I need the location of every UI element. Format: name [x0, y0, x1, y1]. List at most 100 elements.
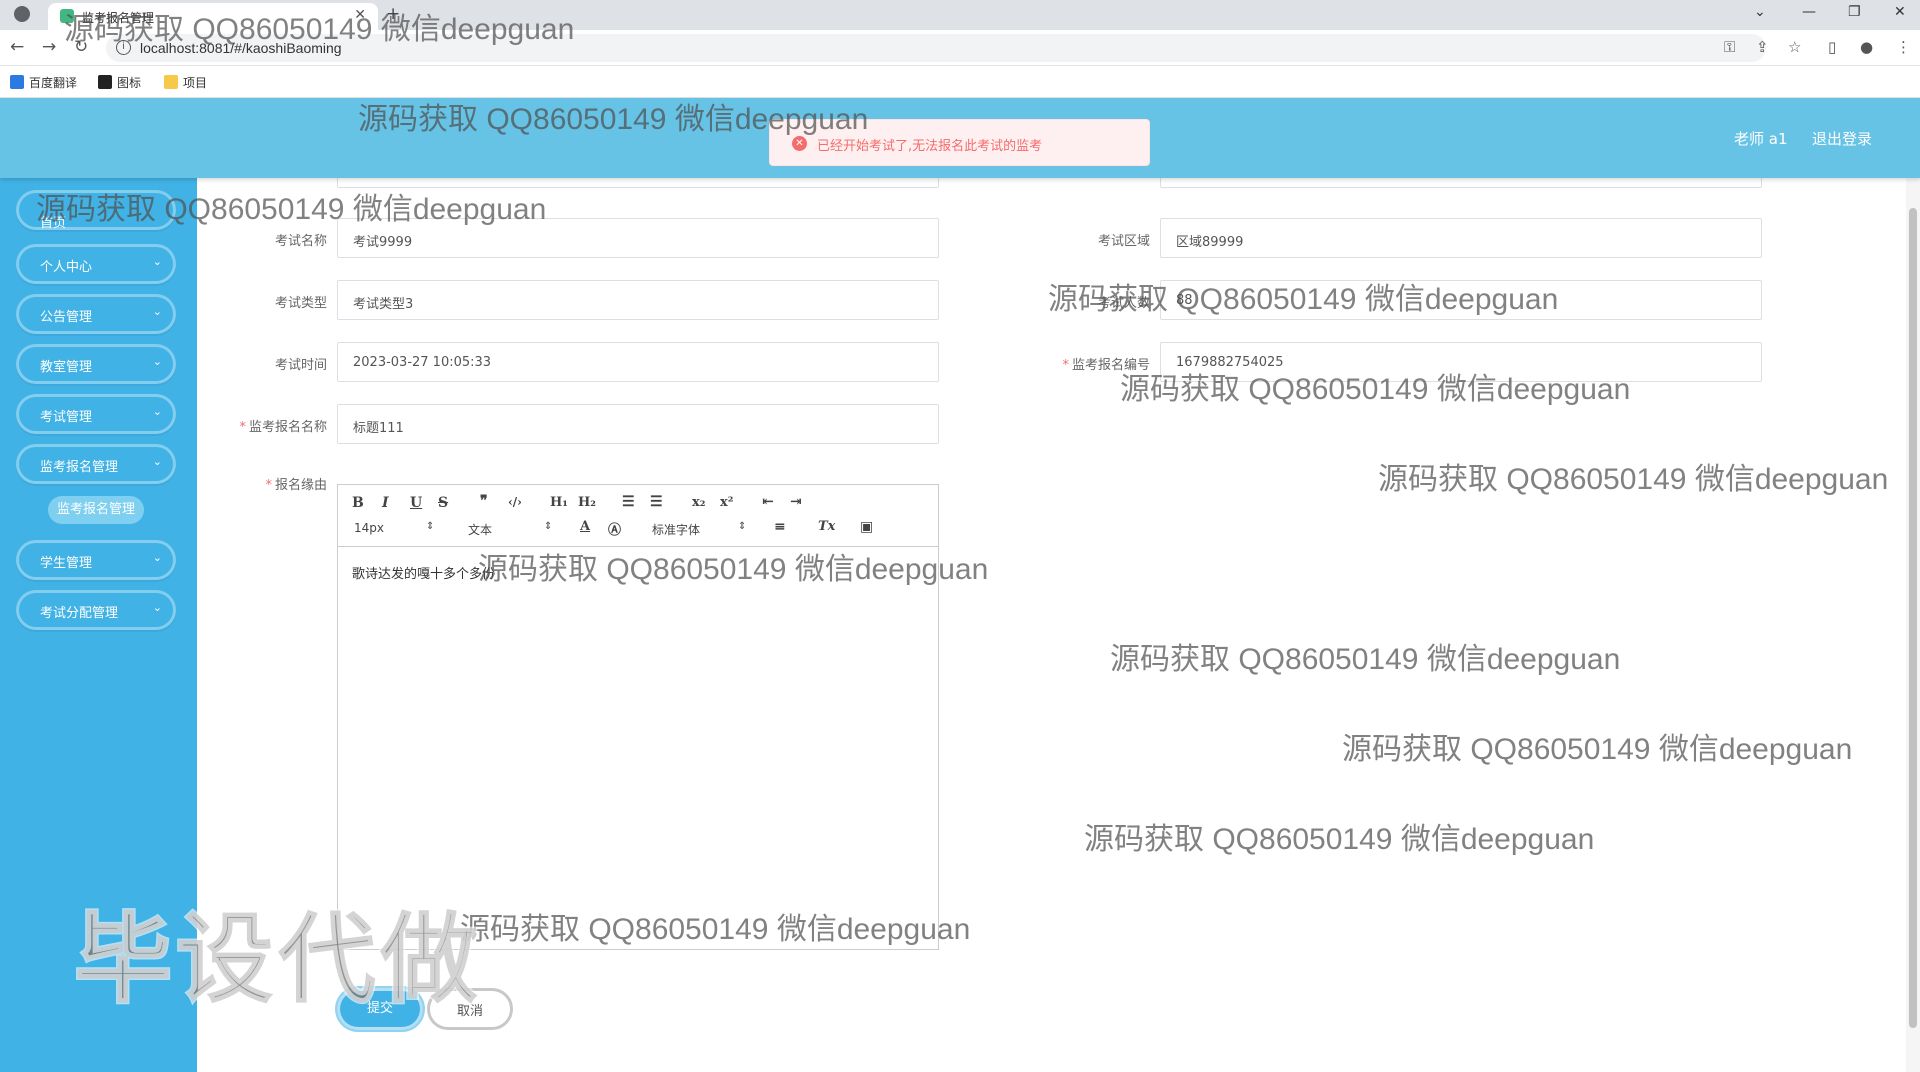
reload-icon[interactable]: ↻: [74, 37, 88, 57]
editor-toolbar: B I U S ❞ ‹/› H₁ H₂ ☰ ☰ x₂ x² ⇤ ⇥ 14px ⇕ …: [338, 485, 938, 547]
editor-content[interactable]: 歌诗达发的嘎十多个多份: [352, 563, 495, 582]
sidebar-item-label: 个人中心: [40, 260, 93, 275]
bullet-list-icon[interactable]: ☰: [650, 494, 663, 510]
bookmarks-bar: 百度翻译 图标 项目: [0, 66, 1920, 98]
required-mark: *: [239, 420, 246, 435]
sidebar-item-label: 公告管理: [40, 310, 93, 325]
minimize-icon[interactable]: —: [1802, 4, 1816, 20]
exam-count-field[interactable]: 88: [1160, 280, 1762, 320]
current-user: 老师 a1: [1734, 130, 1788, 148]
font-family-select[interactable]: 标准字体 ⇕: [652, 521, 748, 538]
browser-logo-icon: [14, 6, 30, 22]
exam-area-field[interactable]: 区域89999: [1160, 218, 1762, 258]
sidebar-item-label: 考试分配管理: [40, 606, 119, 621]
font-size-select[interactable]: 14px ⇕: [354, 521, 434, 535]
restore-icon[interactable]: ❐: [1848, 4, 1861, 20]
reason-label: * 报名缘由: [265, 478, 327, 493]
watermark-big: 毕设代做: [72, 902, 483, 1019]
superscript-icon[interactable]: x²: [720, 495, 733, 510]
more-icon[interactable]: ⋮: [1896, 38, 1911, 56]
scrollbar[interactable]: [1906, 178, 1920, 1072]
sidebar-item-classroom[interactable]: 教室管理 ⌄: [16, 344, 176, 384]
required-mark: *: [265, 478, 272, 493]
select-arrows-icon: ⇕: [544, 521, 553, 532]
text-style-select[interactable]: 文本 ⇕: [468, 521, 554, 538]
sidebar-item-label: 考试管理: [40, 410, 93, 425]
h2-icon[interactable]: H₂: [578, 495, 596, 510]
info-icon[interactable]: i: [116, 40, 131, 55]
signup-no-field[interactable]: 1679882754025: [1160, 342, 1762, 382]
font-color-icon[interactable]: A: [580, 519, 590, 534]
toast-message: 已经开始考试了,无法报名此考试的监考: [817, 139, 1043, 154]
h1-icon[interactable]: H₁: [550, 495, 568, 510]
exam-type-label: 考试类型: [274, 296, 327, 311]
sidebar-item-proctor-signup[interactable]: 监考报名管理 ⌄: [16, 444, 176, 484]
close-icon[interactable]: ✕: [354, 7, 366, 23]
exam-time-label: 考试时间: [274, 358, 327, 373]
sidebar-item-label: 监考报名管理: [40, 460, 119, 475]
strike-icon[interactable]: S: [438, 495, 448, 511]
sidebar-item-profile[interactable]: 个人中心 ⌄: [16, 244, 176, 284]
exam-name-field[interactable]: 考试9999: [337, 218, 939, 258]
bold-icon[interactable]: B: [352, 495, 364, 511]
tab-title: 监考报名管理: [82, 11, 155, 25]
profile-icon[interactable]: ●: [1860, 38, 1873, 56]
forward-icon[interactable]: →: [42, 37, 56, 57]
sidebar-item-exam-assign[interactable]: 考试分配管理 ⌄: [16, 590, 176, 630]
error-toast: ✕ 已经开始考试了,无法报名此考试的监考: [769, 119, 1150, 166]
image-icon[interactable]: ▣: [860, 519, 873, 535]
chevron-down-icon: ⌄: [152, 255, 162, 268]
clear-format-icon[interactable]: Tx: [818, 519, 835, 534]
italic-icon[interactable]: I: [382, 495, 389, 511]
share-icon[interactable]: ⇪: [1756, 38, 1769, 56]
code-icon[interactable]: ‹/›: [508, 495, 522, 509]
exam-count-label: 考试人数: [1097, 296, 1150, 311]
chevron-down-icon: ⌄: [152, 405, 162, 418]
sidepanel-icon[interactable]: ▯: [1828, 38, 1836, 56]
address-bar: ← → ↻ i localhost:8081/#/kaoshiBaoming ⚿…: [0, 30, 1920, 66]
underline-icon[interactable]: U: [410, 495, 422, 511]
indent-icon[interactable]: ⇥: [790, 494, 802, 510]
sidebar-subitem-proctor-signup[interactable]: 监考报名管理: [48, 496, 144, 524]
select-arrows-icon: ⇕: [426, 521, 435, 532]
signup-no-label: * 监考报名编号: [1062, 358, 1150, 373]
key-icon[interactable]: ⚿: [1724, 38, 1735, 56]
bookmark-icons[interactable]: 图标: [98, 73, 141, 91]
new-tab-icon[interactable]: +: [386, 4, 400, 24]
window-close-icon[interactable]: ✕: [1894, 4, 1906, 20]
chevron-down-icon[interactable]: ⌄: [1754, 4, 1766, 20]
browser-tab-bar: 监考报名管理 ✕ + ⌄ — ❐ ✕: [0, 0, 1920, 30]
align-icon[interactable]: ≡: [774, 519, 786, 535]
logout-link[interactable]: 退出登录: [1812, 128, 1872, 149]
url-text: localhost:8081/#/kaoshiBaoming: [140, 40, 342, 56]
sidebar-item-exam[interactable]: 考试管理 ⌄: [16, 394, 176, 434]
exam-type-field[interactable]: 考试类型3: [337, 280, 939, 320]
background-color-icon[interactable]: Ⓐ: [608, 519, 621, 538]
back-icon[interactable]: ←: [10, 37, 24, 57]
bookmark-project[interactable]: 项目: [164, 73, 207, 91]
scrollbar-thumb[interactable]: [1909, 208, 1917, 1028]
chevron-down-icon: ⌄: [152, 455, 162, 468]
required-mark: *: [1062, 358, 1069, 373]
error-icon: ✕: [792, 136, 807, 151]
browser-tab[interactable]: 监考报名管理 ✕: [48, 3, 378, 30]
translate-icon: [10, 75, 24, 89]
signup-name-label: * 监考报名名称: [239, 420, 327, 435]
subscript-icon[interactable]: x₂: [692, 495, 705, 510]
star-icon[interactable]: ☆: [1788, 38, 1801, 56]
url-input[interactable]: i localhost:8081/#/kaoshiBaoming: [106, 34, 1766, 62]
chevron-down-icon: ⌄: [152, 601, 162, 614]
ordered-list-icon[interactable]: ☰: [622, 494, 635, 510]
folder-icon: [164, 75, 178, 89]
quote-icon[interactable]: ❞: [480, 493, 488, 509]
exam-time-field[interactable]: 2023-03-27 10:05:33: [337, 342, 939, 382]
exam-name-label: 考试名称: [274, 234, 327, 249]
sidebar-item-home[interactable]: 首页: [16, 190, 176, 231]
outdent-icon[interactable]: ⇤: [762, 494, 774, 510]
chevron-down-icon: ⌄: [152, 305, 162, 318]
signup-name-field[interactable]: 标题111: [337, 404, 939, 444]
sidebar-item-notice[interactable]: 公告管理 ⌄: [16, 294, 176, 334]
bookmark-translate[interactable]: 百度翻译: [10, 73, 77, 91]
sidebar-item-student[interactable]: 学生管理 ⌄: [16, 540, 176, 580]
sidebar-item-label: 首页: [40, 216, 67, 231]
